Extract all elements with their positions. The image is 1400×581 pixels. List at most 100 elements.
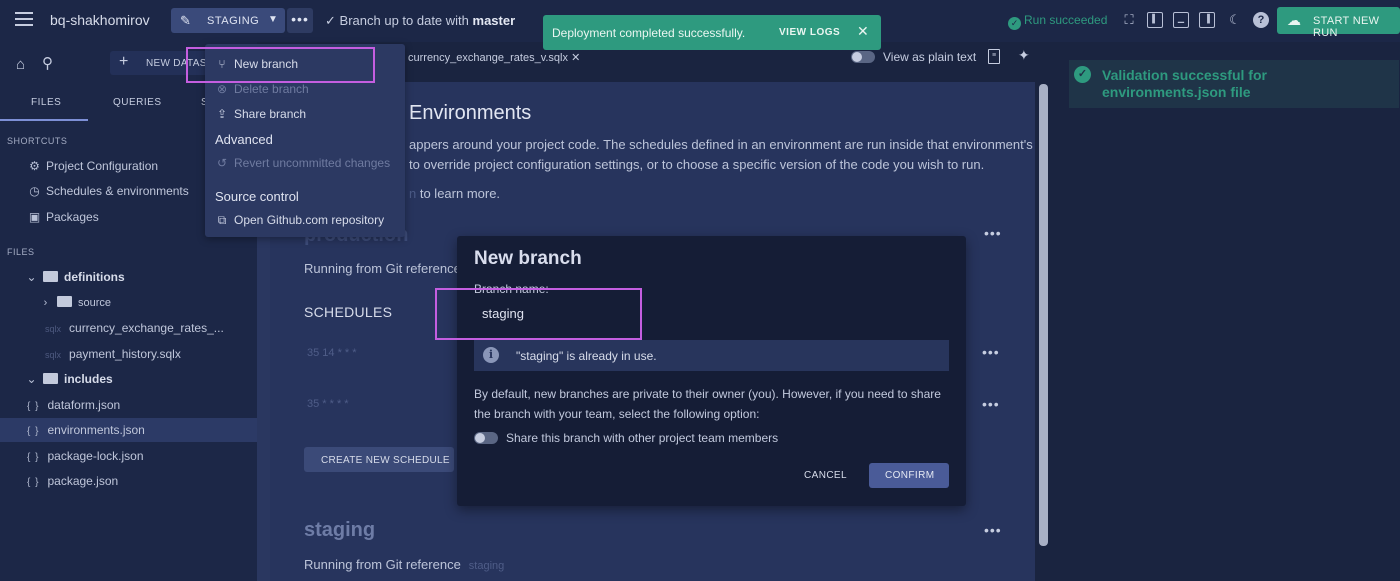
file-label: package.json — [47, 474, 119, 488]
create-new-schedule-button[interactable]: CREATE NEW SCHEDULE — [304, 447, 454, 472]
dialog-description: By default, new branches are private to … — [474, 387, 941, 421]
branch-status: ✓ Branch up to date with master — [325, 13, 515, 29]
check-icon: ✓ — [1074, 66, 1091, 83]
description-line-2: to override project configuration settin… — [409, 157, 985, 172]
description-line-1: appers around your project code. The sch… — [409, 137, 1033, 152]
more-icon[interactable]: ••• — [984, 522, 1002, 538]
close-icon[interactable]: ✕ — [857, 23, 869, 40]
sqlx-tag: sqlx — [45, 324, 62, 334]
more-icon[interactable]: ••• — [287, 8, 313, 33]
page-title: Environments — [409, 102, 532, 124]
panel-left-icon[interactable]: ▌ — [1147, 12, 1163, 28]
panel-bottom-icon[interactable]: ▁ — [1173, 12, 1189, 28]
folder-label: definitions — [64, 270, 125, 284]
close-icon[interactable]: ✕ — [571, 52, 580, 64]
folder-source[interactable]: › source — [38, 296, 111, 309]
tab-files[interactable]: FILES — [31, 97, 61, 108]
branch-name: STAGING — [207, 15, 260, 27]
file-package-lock-json[interactable]: { } package-lock.json — [27, 449, 144, 463]
production-git-reference: Running from Git reference — [304, 261, 461, 276]
json-icon: { } — [27, 426, 40, 437]
confirm-button[interactable]: CONFIRM — [869, 463, 949, 488]
file-label: environments.json — [47, 423, 145, 437]
check-icon: ✓ — [1008, 17, 1021, 30]
file-label: dataform.json — [47, 398, 121, 412]
files-title: FILES — [7, 247, 35, 257]
menu-item-label: Share branch — [234, 107, 307, 121]
fullscreen-icon[interactable]: ⛶ — [1121, 12, 1137, 28]
file-label: package-lock.json — [47, 449, 144, 463]
share-branch-toggle[interactable] — [474, 432, 498, 444]
help-icon[interactable]: ? — [1253, 12, 1269, 28]
folder-definitions[interactable]: ⌄ definitions — [24, 270, 125, 284]
staging-git-reference: Running from Git reference staging — [304, 557, 504, 572]
gear-icon: ⚙ — [29, 159, 40, 173]
file-payment-history[interactable]: sqlx payment_history.sqlx — [45, 347, 181, 361]
rocket-icon: ☁ — [1287, 12, 1301, 28]
json-icon: { } — [27, 452, 40, 463]
json-icon: { } — [27, 401, 40, 412]
file-dataform-json[interactable]: { } dataform.json — [27, 398, 120, 412]
branch-selector[interactable]: ✎ STAGING ▼ — [171, 8, 285, 33]
folder-icon — [43, 373, 58, 384]
project-title: bq-shakhomirov — [50, 12, 150, 28]
branch-status-target: master — [472, 13, 516, 28]
more-icon[interactable]: ••• — [982, 344, 1000, 360]
description-line-3: n to learn more. — [409, 186, 500, 201]
start-new-run-button[interactable]: ☁ START NEW RUN — [1277, 7, 1400, 39]
plain-text-toggle[interactable] — [851, 51, 875, 63]
tab-queries[interactable]: QUERIES — [113, 97, 162, 108]
menu-icon[interactable] — [15, 12, 33, 28]
shortcut-label: Schedules & environments — [46, 184, 189, 198]
shortcut-project-configuration[interactable]: ⚙ Project Configuration — [27, 159, 158, 173]
search-icon[interactable]: ⚲ — [42, 54, 53, 72]
revert-icon: ↺ — [216, 156, 228, 170]
shortcuts-title: SHORTCUTS — [7, 136, 68, 146]
schedule-cron-1: 35 14 * * * — [307, 347, 357, 359]
file-icon[interactable]: ≡ — [988, 49, 1000, 64]
menu-item-label: Delete branch — [234, 82, 309, 96]
shortcut-schedules-environments[interactable]: ◷ Schedules & environments — [27, 184, 189, 198]
file-environments-json[interactable]: { } environments.json — [27, 423, 145, 437]
folder-icon — [43, 271, 58, 282]
menu-section-advanced: Advanced — [215, 132, 273, 147]
file-package-json[interactable]: { } package.json — [27, 474, 118, 488]
start-new-run-label: START NEW RUN — [1313, 15, 1380, 39]
editor-tab[interactable]: currency_exchange_rates_v.sqlx ✕ — [408, 51, 580, 64]
more-icon[interactable]: ••• — [982, 396, 1000, 412]
file-label: currency_exchange_rates_... — [69, 321, 224, 335]
menu-item-open-github[interactable]: ⧉ Open Github.com repository — [215, 213, 384, 228]
calendar-icon: ◷ — [29, 184, 40, 198]
toast-message: Deployment completed successfully. — [552, 26, 746, 40]
panel-right-icon[interactable]: ▐ — [1199, 12, 1215, 28]
file-label: payment_history.sqlx — [69, 347, 181, 361]
schedules-title: SCHEDULES — [304, 304, 393, 320]
right-panel — [1052, 42, 1400, 581]
more-icon[interactable]: ••• — [984, 225, 1002, 241]
deployment-toast: Deployment completed successfully. VIEW … — [543, 15, 881, 50]
folder-includes[interactable]: ⌄ includes — [24, 372, 112, 386]
cancel-label: CANCEL — [804, 470, 847, 481]
scrollbar[interactable] — [1039, 84, 1048, 546]
menu-item-delete-branch[interactable]: ⊗ Delete branch — [215, 82, 309, 96]
menu-item-share-branch[interactable]: ⇪ Share branch — [215, 107, 306, 121]
file-currency-exchange-rates[interactable]: sqlx currency_exchange_rates_... — [45, 321, 224, 335]
dialog-title: New branch — [474, 248, 582, 269]
run-status[interactable]: ✓ Run succeeded — [1008, 13, 1107, 30]
cancel-button[interactable]: CANCEL — [790, 463, 856, 488]
menu-item-revert[interactable]: ↺ Revert uncommitted changes — [215, 156, 390, 170]
home-icon[interactable]: ⌂ — [16, 56, 25, 73]
caret-down-icon: ▼ — [268, 14, 278, 25]
check-icon: ✓ — [325, 13, 336, 28]
moon-icon[interactable]: ☾ — [1227, 12, 1243, 28]
external-link-icon: ⧉ — [217, 213, 227, 227]
json-icon: { } — [27, 477, 40, 488]
sparkle-icon[interactable]: ✦ — [1018, 47, 1030, 64]
notice-text: "staging" is already in use. — [516, 349, 657, 363]
shortcut-packages[interactable]: ▣ Packages — [27, 210, 99, 224]
highlight-new-branch — [186, 47, 375, 83]
view-logs-button[interactable]: VIEW LOGS — [779, 27, 840, 38]
learn-more-text: to learn more. — [416, 186, 501, 201]
confirm-label: CONFIRM — [885, 470, 935, 481]
menu-item-label: Open Github.com repository — [234, 213, 385, 227]
